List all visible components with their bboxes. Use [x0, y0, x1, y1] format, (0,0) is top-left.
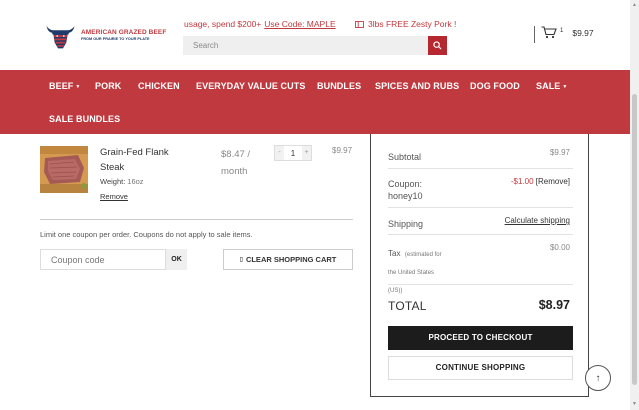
clear-cart-label: CLEAR SHOPPING CART [245, 255, 337, 264]
product-weight: Weight: 16oz [100, 177, 144, 186]
chevron-down-icon: ▼ [562, 83, 568, 90]
promo-code-link[interactable]: Use Code: MAPLE [264, 19, 335, 29]
page-scrollbar[interactable]: ▲ ▼ [630, 0, 639, 410]
quantity-stepper: - 1 + [274, 145, 312, 161]
quantity-increase-button[interactable]: + [302, 146, 311, 160]
nav-item-pork[interactable]: PORK [95, 81, 121, 91]
search-button[interactable] [428, 36, 447, 55]
scroll-down-icon[interactable]: ▼ [632, 402, 637, 407]
order-total-label: TOTAL [388, 299, 427, 313]
weight-label: Weight: [100, 177, 126, 186]
continue-shopping-button[interactable]: CONTINUE SHOPPING [388, 356, 573, 380]
cart-total: $9.97 [572, 27, 594, 38]
weight-value: 16oz [127, 177, 144, 186]
calculate-shipping-link[interactable]: Calculate shipping [505, 216, 570, 225]
nav-item-label: SALE [536, 81, 561, 91]
cart-count: 1 [560, 27, 564, 34]
nav-item-sale[interactable]: SALE ▼ [536, 81, 567, 91]
remove-item-link[interactable]: Remove [100, 192, 128, 201]
nav-item-sale-bundles[interactable]: SALE BUNDLES [49, 114, 120, 124]
arrow-up-icon: ↑ [595, 372, 601, 384]
nav-item-beef[interactable]: BEEF ▼ [49, 81, 80, 91]
steak-image [40, 146, 88, 193]
nav-item-chicken[interactable]: CHICKEN [138, 81, 180, 91]
product-name[interactable]: Grain-Fed Flank Steak [100, 145, 180, 175]
nav-item-label: BUNDLES [317, 81, 362, 91]
promo-offer: usage, spend $200+ Use Code: MAPLE [184, 19, 336, 29]
subtotal-value: $9.97 [549, 148, 570, 157]
header-divider [534, 26, 535, 43]
subtotal-label: Subtotal [388, 152, 422, 162]
quantity-value[interactable]: 1 [284, 149, 302, 158]
product-price: $8.47 / month [221, 149, 251, 177]
order-total-value: $8.97 [538, 298, 570, 312]
tax-value: $0.00 [549, 243, 570, 252]
trash-icon: ▯ [239, 257, 243, 263]
nav-item-label: DOG FOOD [470, 81, 520, 91]
quantity-decrease-button[interactable]: - [275, 146, 284, 160]
nav-item-dog-food[interactable]: DOG FOOD [470, 81, 520, 91]
search-icon [433, 41, 442, 50]
nav-item-bundles[interactable]: BUNDLES [317, 81, 361, 91]
header-cart[interactable]: 1 $9.97 [541, 26, 594, 39]
remove-coupon-link[interactable]: [Remove] [536, 177, 570, 186]
search-bar [183, 36, 447, 55]
promo-offer-text: usage, spend $200+ [184, 19, 262, 29]
scroll-up-icon[interactable]: ▲ [632, 3, 637, 8]
site-header: AMERICAN GRAZED BEEF FROM OUR PRAIRIE TO… [0, 0, 630, 70]
proceed-to-checkout-button[interactable]: PROCEED TO CHECKOUT [388, 326, 573, 350]
nav-item-spices-and-rubs[interactable]: SPICES AND RUBS [375, 81, 459, 91]
coupon-amount: -$1.00 [Remove] [511, 177, 570, 186]
main-nav: BEEF ▼ PORK CHICKEN EVERYDAY VALUE CUTS B… [0, 70, 630, 134]
divider [388, 284, 573, 285]
nav-item-everyday-value-cuts[interactable]: EVERYDAY VALUE CUTS [196, 81, 305, 91]
product-subtotal: $9.97 [332, 146, 353, 155]
promo-gift: 3lbs FREE Zesty Pork ! [355, 19, 456, 29]
brand-logo[interactable]: AMERICAN GRAZED BEEF FROM OUR PRAIRIE TO… [44, 20, 184, 52]
nav-item-label: BEEF [49, 81, 74, 91]
chevron-down-icon: ▼ [75, 83, 81, 90]
bull-logo-icon [46, 26, 75, 49]
divider [40, 219, 353, 220]
tax-label-group: Tax (estimated for the United States (US… [388, 243, 448, 297]
tax-note: (estimated for the United States (US)) [388, 252, 442, 294]
coupon-code-input[interactable] [40, 249, 166, 270]
nav-item-label: SPICES AND RUBS [375, 81, 460, 91]
product-thumbnail[interactable] [40, 146, 88, 193]
apply-coupon-button[interactable]: OK [166, 249, 187, 270]
tax-label: Tax [388, 249, 401, 258]
promo-gift-text: 3lbs FREE Zesty Pork ! [368, 19, 457, 29]
brand-name: AMERICAN GRAZED BEEF [81, 29, 167, 37]
back-to-top-button[interactable]: ↑ [585, 365, 611, 391]
divider [388, 207, 573, 208]
nav-item-label: PORK [95, 81, 122, 91]
search-input[interactable] [183, 36, 428, 55]
coupon-note: Limit one coupon per order. Coupons do n… [40, 230, 253, 239]
nav-item-label: CHICKEN [138, 81, 180, 91]
gift-icon [355, 20, 364, 28]
coupon-discount: -$1.00 [510, 177, 534, 186]
divider [388, 234, 573, 235]
brand-tagline: FROM OUR PRAIRIE TO YOUR PLATE [81, 36, 150, 41]
clear-cart-button[interactable]: ▯ CLEAR SHOPPING CART [223, 249, 353, 270]
cart-totals: Subtotal $9.97 Coupon: honey10 -$1.00 [R… [370, 134, 589, 397]
cart-icon [541, 26, 557, 39]
shipping-label: Shipping [388, 219, 424, 229]
nav-item-label: SALE BUNDLES [49, 114, 121, 124]
coupon-label: Coupon: honey10 [388, 179, 423, 201]
scrollbar-thumb[interactable] [632, 94, 637, 385]
divider [388, 168, 573, 169]
nav-item-label: EVERYDAY VALUE CUTS [196, 81, 306, 91]
